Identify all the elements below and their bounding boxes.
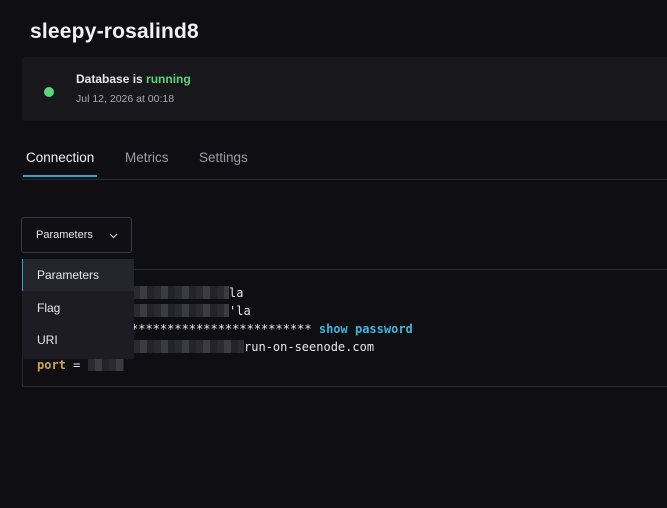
format-select[interactable]: Parameters xyxy=(21,217,132,253)
status-state: running xyxy=(146,72,191,86)
menu-item-parameters[interactable]: Parameters xyxy=(22,259,134,291)
redacted-value xyxy=(87,358,124,371)
status-timestamp: Jul 12, 2026 at 00:18 xyxy=(76,93,175,105)
redacted-value xyxy=(133,286,229,299)
page-title: sleepy-rosalind8 xyxy=(30,20,199,43)
tab-metrics[interactable]: Metrics xyxy=(122,150,172,175)
tab-connection[interactable]: Connection xyxy=(23,150,98,177)
tab-settings[interactable]: Settings xyxy=(196,150,251,175)
redacted-value xyxy=(133,304,229,317)
chevron-down-icon xyxy=(108,228,119,246)
param-host-suffix: run-on-seenode.com xyxy=(244,340,375,354)
param-line-port: port = xyxy=(37,358,124,372)
tab-bar: Connection Metrics Settings xyxy=(22,150,667,180)
param-dbname-suffix: 'la xyxy=(229,304,251,318)
param-user-suffix: la xyxy=(229,286,244,300)
show-password-link[interactable]: show password xyxy=(319,322,413,336)
status-dot-icon xyxy=(44,87,54,97)
status-line: Database is running xyxy=(76,72,191,86)
param-key-port: port xyxy=(37,358,66,372)
redacted-value xyxy=(133,340,244,353)
status-card: Database is running Jul 12, 2026 at 00:1… xyxy=(22,57,667,121)
equals-sign: = xyxy=(65,358,88,372)
password-mask: ************************* xyxy=(131,322,312,336)
status-prefix: Database is xyxy=(76,72,147,86)
format-dropdown-menu: Parameters Flag URI xyxy=(22,259,134,359)
menu-item-uri[interactable]: URI xyxy=(22,324,134,356)
menu-item-flag[interactable]: Flag xyxy=(22,292,134,324)
format-select-value: Parameters xyxy=(36,229,93,241)
